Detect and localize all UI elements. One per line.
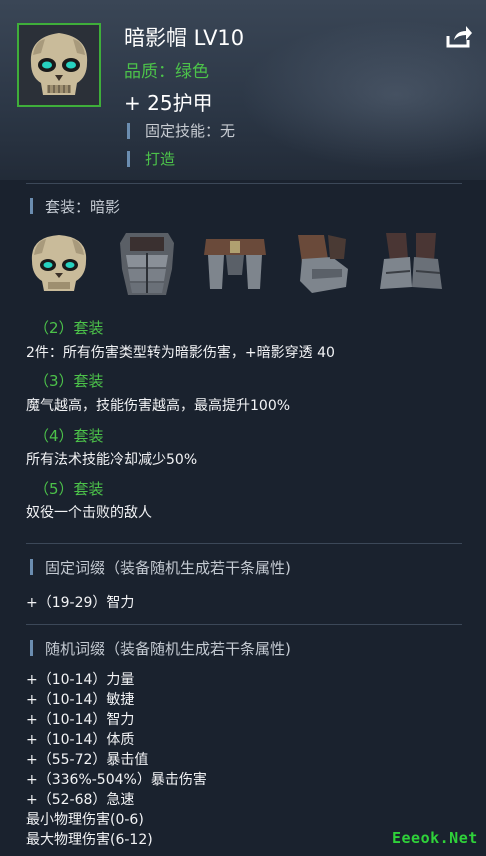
divider bbox=[26, 624, 462, 625]
watermark: Eeeok.Net bbox=[392, 829, 478, 847]
list-item: +（10-14）力量 bbox=[26, 672, 135, 688]
set-piece-chest[interactable] bbox=[112, 229, 182, 299]
list-item: 最大物理伤害(6-12) bbox=[26, 832, 153, 848]
set-bonus-5-text: 奴役一个击败的敌人 bbox=[26, 505, 152, 521]
boots-icon bbox=[380, 233, 442, 289]
fixed-affix-title-label: 固定词缀（装备随机生成若干条属性) bbox=[45, 559, 291, 577]
set-bonus-3-head: （3）套装 bbox=[34, 372, 104, 390]
list-item: +（10-14）体质 bbox=[26, 732, 135, 748]
random-affix-list: +（10-14）力量 +（10-14）敏捷 +（10-14）智力 +（10-14… bbox=[26, 670, 207, 850]
item-armor-stat: + 25护甲 bbox=[124, 91, 213, 115]
skull-helm-icon bbox=[19, 25, 99, 105]
set-piece-boots[interactable] bbox=[376, 229, 446, 299]
set-piece-belt[interactable] bbox=[200, 229, 270, 299]
gauntlet-icon bbox=[298, 235, 348, 293]
fixed-affix-title: 固定词缀（装备随机生成若干条属性) bbox=[30, 557, 291, 578]
share-icon[interactable] bbox=[446, 24, 472, 48]
set-bonus-2-text: 2件：所有伤害类型转为暗影伤害，+暗影穿透 40 bbox=[26, 345, 335, 361]
item-icon-skull-helm[interactable] bbox=[17, 23, 101, 107]
set-piece-skull-helm[interactable] bbox=[24, 229, 94, 299]
set-bonus-3-text: 魔气越高，技能伤害越高，最高提升100% bbox=[26, 398, 291, 414]
list-item: +（10-14）敏捷 bbox=[26, 692, 135, 708]
list-item: +（10-14）智力 bbox=[26, 712, 135, 728]
fixed-affix-item: +（19-29）智力 bbox=[26, 595, 135, 611]
random-affix-title: 随机词缀（装备随机生成若干条属性) bbox=[30, 638, 291, 659]
forge-label: 打造 bbox=[145, 150, 176, 168]
chest-armor-icon bbox=[120, 233, 174, 295]
set-title-label: 套装：暗影 bbox=[45, 198, 121, 216]
item-name: 暗影帽 LV10 bbox=[124, 26, 245, 50]
skull-helm-icon bbox=[31, 235, 87, 291]
set-title: 套装：暗影 bbox=[30, 196, 120, 217]
set-piece-gauntlet[interactable] bbox=[288, 229, 358, 299]
fixed-skill-line: 固定技能：无 bbox=[127, 120, 235, 141]
set-bonus-4-head: （4）套装 bbox=[34, 427, 104, 445]
belt-armor-icon bbox=[204, 239, 266, 289]
set-bonus-4-text: 所有法术技能冷却减少50% bbox=[26, 452, 198, 468]
random-affix-title-label: 随机词缀（装备随机生成若干条属性) bbox=[45, 640, 291, 658]
fixed-skill-label: 固定技能：无 bbox=[145, 122, 236, 140]
item-quality: 品质：绿色 bbox=[124, 62, 209, 82]
set-bonus-5-head: （5）套装 bbox=[34, 480, 104, 498]
item-header: 暗影帽 LV10 品质：绿色 + 25护甲 固定技能：无 打造 bbox=[0, 0, 486, 180]
divider bbox=[26, 183, 462, 184]
list-item: +（55-72）暴击值 bbox=[26, 752, 149, 768]
set-bonus-2-head: （2）套装 bbox=[34, 319, 104, 337]
divider bbox=[26, 543, 462, 544]
list-item: +（52-68）急速 bbox=[26, 792, 135, 808]
forge-link[interactable]: 打造 bbox=[127, 148, 175, 169]
list-item: 最小物理伤害(0-6) bbox=[26, 812, 144, 828]
list-item: +（336%-504%）暴击伤害 bbox=[26, 772, 207, 788]
